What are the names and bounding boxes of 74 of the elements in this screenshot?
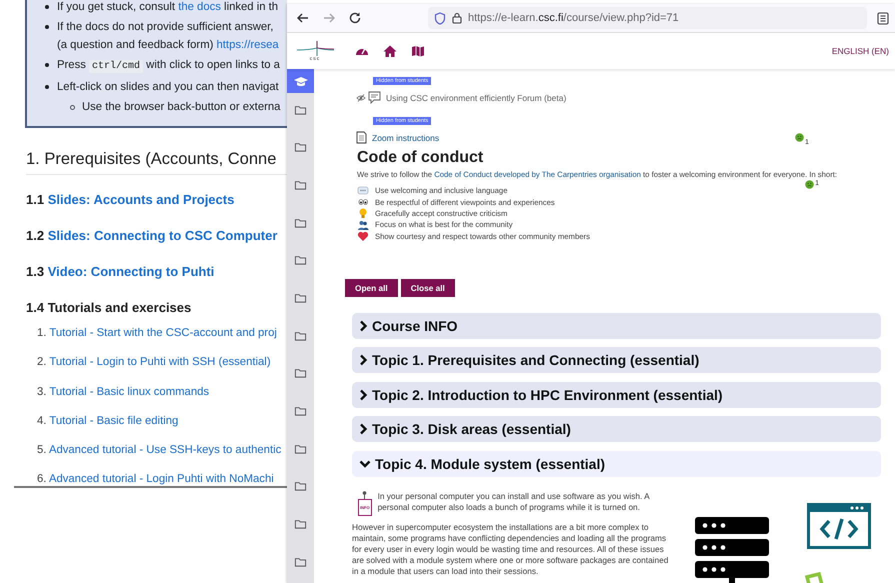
module-text: However in supercomputer ecosystem the installations are a bit more complex to maintain, some programs have conflicting dependencies and loading all the programs for every user in every login would be wasting time and resources. All of these issues are solved with a module system where one or more software packages are contained in a module that users can load into their sessions.	[352, 522, 670, 577]
tutorial-link[interactable]: Tutorial - Basic linux commands	[49, 386, 210, 398]
section-link[interactable]: Slides: Connecting to CSC Computer	[48, 228, 278, 243]
tutorial-link[interactable]: Tutorial - Login to Puhti with SSH (essential)	[49, 356, 271, 368]
section-number: 1.1	[26, 192, 44, 207]
note-text: Press ctrl/cmd with click to open links to a	[57, 59, 280, 71]
logo-mark-icon	[295, 40, 335, 56]
chevron-right-icon	[359, 320, 368, 332]
people-icon	[357, 218, 369, 231]
list-number: 4.	[37, 414, 46, 427]
map-icon[interactable]	[411, 45, 425, 57]
speech-bubble-icon	[357, 184, 369, 197]
reload-button[interactable]	[347, 10, 363, 26]
list-number: 5.	[37, 444, 46, 456]
forum-link[interactable]: Using CSC environment efficiently Forum (beta)	[386, 92, 566, 102]
chevron-right-icon	[359, 354, 368, 366]
code-window-icon	[807, 502, 871, 549]
conduct-title: Code of conduct	[357, 149, 484, 167]
chevron-right-icon	[359, 388, 368, 401]
address-bar[interactable]: https://e-learn.csc.fi/course/view.php?id=71	[428, 7, 867, 29]
chevron-down-icon	[359, 458, 371, 469]
tutorial-link[interactable]: Tutorial - Basic file editing	[49, 414, 178, 427]
section-header[interactable]: Topic 2. Introduction to HPC Environment (essential)	[352, 382, 881, 408]
list-number: 3.	[37, 386, 46, 398]
toggle-sections-button[interactable]: Close all	[400, 278, 455, 297]
module-intro: In your personal computer you can install and use software as you wish. A personal computer also loads a bunch of programs while it is turned on.	[378, 490, 650, 514]
bullet-icon	[45, 25, 49, 29]
list-number: 2.	[37, 356, 46, 368]
list-number: 1.	[37, 327, 46, 339]
inline-code: ctrl/cmd	[89, 60, 144, 73]
section-link[interactable]: Video: Connecting to Puhti	[48, 264, 214, 279]
bullet-icon	[45, 5, 49, 9]
section-number: 1.2	[26, 228, 44, 243]
docs-link[interactable]: https://resea	[216, 39, 279, 51]
speech-bubble-icon	[368, 91, 381, 104]
chevron-right-icon	[359, 423, 368, 436]
heart-icon	[357, 230, 369, 242]
section-heading: 1. Prerequisites (Accounts, Conne	[26, 150, 287, 175]
section-header[interactable]: Course INFO	[352, 312, 881, 339]
section-number: 1.4	[26, 300, 44, 315]
docs-link[interactable]: the docs	[178, 1, 221, 13]
light-bulb-icon	[357, 207, 369, 220]
language-menu[interactable]: ENGLISH (EN)	[832, 46, 889, 56]
bullet-icon	[45, 63, 49, 67]
home-icon[interactable]	[383, 45, 397, 57]
drawer-item[interactable]	[287, 69, 314, 93]
shield-icon	[434, 12, 446, 24]
tutorial-link[interactable]: Advanced tutorial - Use SSH-keys to authentic	[48, 444, 282, 456]
reload-icon	[347, 10, 363, 26]
list-number: 6.	[37, 473, 46, 486]
tutorial-link[interactable]: Advanced tutorial - Login Puhti with NoMachi	[48, 473, 274, 486]
reader-view-icon[interactable]	[877, 12, 889, 24]
note-text: If the docs do not provide sufficient answer, (a question and feedback form) https://resea	[57, 21, 279, 51]
section-link[interactable]: Slides: Accounts and Projects	[48, 192, 234, 207]
section-number: 1.3	[26, 264, 44, 279]
tutorial-link[interactable]: Tutorial - Start with the CSC-account and proj	[49, 327, 277, 339]
toggle-sections-button[interactable]: Open all	[345, 278, 398, 297]
section-header[interactable]: Topic 1. Prerequisites and Connecting (essential)	[352, 347, 881, 374]
document-icon	[356, 131, 367, 144]
note-text: If you get stuck, consult the docs linked in th	[57, 1, 278, 13]
graduation-cap-icon	[292, 74, 308, 88]
lock-icon	[452, 12, 462, 24]
section-title: Tutorials and exercises	[48, 300, 192, 315]
section-header[interactable]: Topic 4. Module system (essential)	[352, 450, 881, 477]
note-text: Use the browser back-button or externa	[82, 101, 280, 113]
bullet-icon	[45, 85, 49, 89]
section-header[interactable]: Topic 3. Disk areas (essential)	[352, 416, 881, 442]
resource-link[interactable]: Zoom instructions	[372, 132, 440, 142]
bullet-icon	[70, 105, 75, 110]
note-text: Left-click on slides and you can then navigat	[57, 81, 279, 93]
eye-slash-icon	[356, 94, 366, 102]
pin-icon	[362, 490, 368, 499]
completion-icon[interactable]	[795, 133, 804, 142]
completion-icon[interactable]	[805, 180, 814, 189]
